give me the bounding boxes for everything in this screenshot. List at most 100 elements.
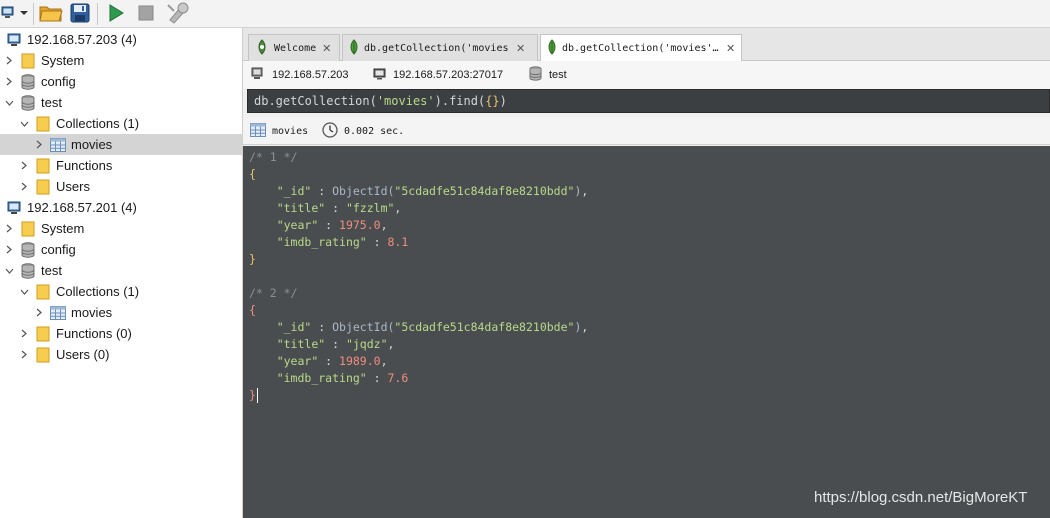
code-line: }	[249, 387, 258, 404]
code-line: /* 2 */	[249, 285, 297, 302]
tree-label: config	[41, 74, 76, 89]
result-collection: movies	[250, 118, 308, 145]
clock-icon	[322, 122, 338, 141]
chevron-right-icon[interactable]	[34, 308, 44, 318]
chevron-down-icon[interactable]	[19, 119, 29, 129]
folder-icon	[20, 221, 36, 237]
tree-label: config	[41, 242, 76, 257]
field-value: 1989.0	[339, 354, 381, 368]
chevron-right-icon[interactable]	[4, 245, 14, 255]
chevron-down-icon[interactable]	[4, 98, 14, 108]
server-computer-icon	[6, 200, 22, 216]
results-text-view[interactable]: /* 1 */ { "_id" : ObjectId("5cdadfe51c84…	[243, 146, 1050, 518]
chevron-right-icon[interactable]	[4, 224, 14, 234]
tree-item-collections[interactable]: Collections (1)	[0, 281, 242, 302]
tab-welcome[interactable]: Welcome ✕	[248, 34, 340, 61]
tab-label: db.getCollection('movies'…	[562, 43, 719, 54]
chevron-right-icon[interactable]	[19, 329, 29, 339]
server-label: 192.168.57.203 (4)	[27, 32, 137, 47]
tree-label: test	[41, 95, 62, 110]
tree-item-functions[interactable]: Functions	[0, 155, 242, 176]
field-value: "5cdadfe51c84daf8e8210bdd"	[394, 184, 575, 198]
colon: :	[318, 218, 340, 232]
tree-item-config[interactable]: config	[0, 71, 242, 92]
tree-item-users[interactable]: Users (0)	[0, 344, 242, 365]
tree-item-test[interactable]: test	[0, 260, 242, 281]
connection-info-bar: 192.168.57.203 192.168.57.203:27017 test	[243, 61, 1050, 89]
open-brace: {	[249, 167, 256, 181]
objectid-func: ObjectId(	[332, 320, 395, 334]
tree-label: Functions	[56, 158, 113, 173]
server-computer-icon	[251, 67, 265, 83]
tab-query-2-active[interactable]: db.getCollection('movies'… ✕	[540, 34, 742, 62]
chevron-right-icon[interactable]	[4, 77, 14, 87]
save-icon[interactable]	[67, 0, 93, 26]
field-key: "year"	[276, 354, 319, 368]
code-line: "year" : 1975.0,	[249, 217, 388, 234]
host-port-text: 192.168.57.203:27017	[393, 69, 504, 81]
close-brace: }	[249, 388, 256, 402]
tab-label: Welcome	[274, 42, 317, 54]
query-inner: {}	[485, 94, 500, 108]
leaf-icon	[547, 39, 557, 58]
chevron-right-icon[interactable]	[34, 140, 44, 150]
chevron-right-icon[interactable]	[19, 161, 29, 171]
connect-dropdown-arrow-icon[interactable]	[19, 0, 29, 26]
open-folder-icon[interactable]	[38, 0, 64, 26]
tree-label: System	[41, 221, 85, 236]
code-line: "title" : "jqdz",	[249, 336, 395, 353]
result-time: 0.002 sec.	[322, 118, 404, 145]
document-comment: /* 2 */	[249, 286, 298, 300]
field-value: 7.6	[387, 371, 409, 385]
comma: ,	[380, 354, 388, 368]
server-node-2[interactable]: 192.168.57.201 (4)	[0, 197, 242, 218]
code-line: "_id" : ObjectId("5cdadfe51c84daf8e8210b…	[249, 319, 589, 336]
chevron-right-icon[interactable]	[19, 182, 29, 192]
execute-tools-icon[interactable]	[163, 0, 193, 26]
collection-table-icon	[50, 137, 66, 153]
tree-item-collections[interactable]: Collections (1)	[0, 113, 242, 134]
server-text: 192.168.57.203	[272, 69, 349, 81]
collection-table-icon	[50, 305, 66, 321]
open-brace: {	[249, 303, 256, 317]
server-node-1[interactable]: 192.168.57.203 (4)	[0, 29, 242, 50]
chevron-right-icon[interactable]	[19, 350, 29, 360]
close-icon[interactable]: ✕	[516, 42, 525, 55]
tree-item-system[interactable]: System	[0, 50, 242, 71]
close-icon[interactable]: ✕	[322, 42, 331, 55]
tree-item-system[interactable]: System	[0, 218, 242, 239]
tree-item-functions[interactable]: Functions (0)	[0, 323, 242, 344]
close-icon[interactable]: ✕	[726, 42, 735, 55]
tree-label: Collections (1)	[56, 284, 140, 299]
database-icon	[529, 66, 542, 84]
chevron-right-icon[interactable]	[4, 56, 14, 66]
stop-icon[interactable]	[134, 0, 158, 26]
field-key: "title"	[276, 337, 326, 351]
run-icon[interactable]	[104, 0, 128, 26]
robomongo-icon	[255, 38, 269, 58]
query-prefix: db.getCollection(	[254, 94, 377, 108]
colon: :	[366, 371, 388, 385]
query-editor[interactable]: db.getCollection('movies').find({})	[247, 89, 1050, 113]
query-argument: 'movies'	[376, 94, 435, 108]
connection-host: 192.168.57.203:27017	[373, 61, 503, 89]
code-line: "title" : "fzzlm",	[249, 200, 402, 217]
tree-item-test[interactable]: test	[0, 92, 242, 113]
tree-item-movies[interactable]: movies	[0, 302, 242, 323]
tree-item-config[interactable]: config	[0, 239, 242, 260]
tree-item-users[interactable]: Users	[0, 176, 242, 197]
tree-label: System	[41, 53, 85, 68]
comma: ,	[394, 201, 402, 215]
field-key: "imdb_rating"	[276, 371, 367, 385]
comma: ,	[581, 184, 589, 198]
field-value: 8.1	[387, 235, 409, 249]
chevron-down-icon[interactable]	[19, 287, 29, 297]
result-collection-text: movies	[272, 126, 309, 137]
comma: ,	[581, 320, 589, 334]
connect-icon[interactable]	[0, 0, 18, 26]
chevron-down-icon[interactable]	[4, 266, 14, 276]
connection-server: 192.168.57.203	[251, 61, 348, 89]
tab-query-1[interactable]: db.getCollection('movies'… ✕	[342, 34, 538, 61]
tree-item-movies-selected[interactable]: movies	[0, 134, 242, 155]
folder-icon	[35, 158, 51, 174]
